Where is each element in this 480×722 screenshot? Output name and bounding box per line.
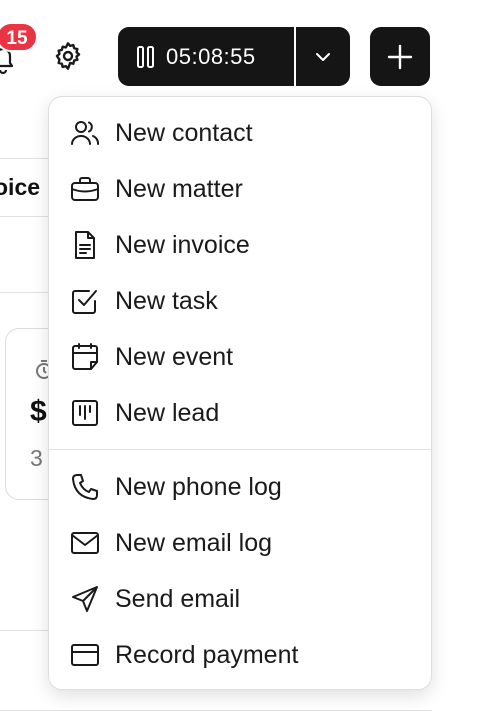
menu-item-send-email[interactable]: Send email	[49, 571, 431, 627]
menu-item-new-phone-log[interactable]: New phone log	[49, 459, 431, 515]
menu-item-record-payment[interactable]: Record payment	[49, 627, 431, 683]
menu-item-new-matter[interactable]: New matter	[49, 161, 431, 217]
menu-divider	[49, 449, 431, 450]
settings-gear-icon[interactable]	[52, 40, 84, 72]
timer-dropdown-button[interactable]	[296, 27, 350, 86]
card-subtext: 3	[30, 445, 43, 471]
invoice-icon	[69, 229, 101, 261]
menu-item-new-email-log[interactable]: New email log	[49, 515, 431, 571]
menu-item-label: New phone log	[115, 472, 282, 501]
menu-item-label: Send email	[115, 584, 241, 613]
phone-icon	[69, 471, 101, 503]
task-check-icon	[69, 285, 101, 317]
menu-item-new-event[interactable]: New event	[49, 329, 431, 385]
menu-item-label: New task	[115, 286, 218, 315]
menu-item-label: New matter	[115, 174, 243, 203]
credit-card-icon	[69, 639, 101, 671]
menu-item-label: New email log	[115, 528, 273, 557]
menu-item-new-invoice[interactable]: New invoice	[49, 217, 431, 273]
card-amount: $	[30, 395, 47, 428]
timer-pause-button[interactable]: 05:08:55	[118, 27, 294, 86]
send-icon	[69, 583, 101, 615]
notification-count-badge: 15	[0, 22, 38, 52]
add-new-button[interactable]	[370, 27, 430, 86]
menu-item-new-lead[interactable]: New lead	[49, 385, 431, 441]
timer-control: 05:08:55	[118, 27, 350, 86]
plus-icon	[387, 44, 413, 70]
kanban-icon	[69, 397, 101, 429]
new-item-dropdown-menu: New contact New matter New invoice New t…	[48, 96, 432, 690]
pause-icon	[136, 45, 156, 69]
chevron-down-icon	[314, 51, 332, 63]
bg-divider	[0, 710, 432, 711]
menu-item-label: New invoice	[115, 230, 250, 259]
bg-tab-invoices[interactable]: oice	[0, 174, 40, 201]
briefcase-icon	[69, 173, 101, 205]
menu-item-new-task[interactable]: New task	[49, 273, 431, 329]
menu-item-label: Record payment	[115, 640, 299, 669]
menu-item-label: New event	[115, 342, 234, 371]
menu-item-label: New contact	[115, 118, 253, 147]
contacts-icon	[69, 117, 101, 149]
timer-display: 05:08:55	[166, 43, 256, 69]
menu-item-label: New lead	[115, 398, 220, 427]
mail-icon	[69, 527, 101, 559]
menu-item-new-contact[interactable]: New contact	[49, 105, 431, 161]
calendar-icon	[69, 341, 101, 373]
